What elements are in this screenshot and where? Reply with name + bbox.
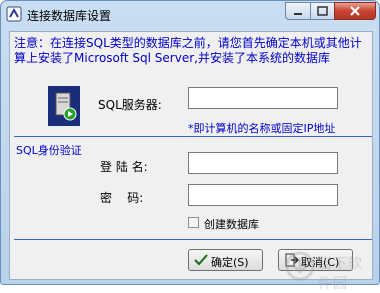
server-hint: *即计算机的名称或固定IP地址 [188, 122, 336, 135]
dialog-window: 连接数据库设置 注意：在连接SQL类型的数据库之前，请您首先确定本机或其他计算上… [0, 0, 380, 292]
maximize-icon [317, 6, 328, 16]
watermark-text: 当下软件园 [318, 256, 363, 292]
watermark: 当下软件园 [284, 250, 376, 292]
ok-button[interactable]: 确定(S) [188, 249, 263, 271]
notice-text: 注意：在连接SQL类型的数据库之前，请您首先确定本机或其他计算上安装了Micro… [14, 36, 362, 65]
separator-bottom [14, 239, 372, 240]
title-bar[interactable]: 连接数据库设置 [1, 1, 379, 27]
password-label: 密 码: [100, 191, 144, 205]
close-button[interactable] [334, 2, 376, 20]
sql-server-input[interactable] [188, 87, 338, 109]
ok-button-label: 确定(S) [211, 256, 249, 269]
dialog-body: 注意：在连接SQL类型的数据库之前，请您首先确定本机或其他计算上安装了Micro… [9, 31, 376, 292]
login-name-label: 登 陆 名: [100, 160, 148, 174]
create-db-label: 创建数据库 [204, 218, 259, 231]
minimize-icon [294, 13, 302, 15]
checkmark-icon [194, 254, 208, 266]
password-input[interactable] [188, 184, 338, 206]
window-title: 连接数据库设置 [27, 9, 112, 23]
auth-section-title: SQL身份验证 [16, 144, 82, 157]
minimize-button[interactable] [285, 2, 311, 20]
database-link-icon [6, 6, 22, 22]
create-db-checkbox[interactable] [188, 217, 199, 228]
separator-top [14, 136, 372, 137]
server-icon [48, 86, 80, 126]
login-name-input[interactable] [188, 152, 338, 174]
sql-server-label: SQL服务器: [98, 98, 162, 112]
maximize-button[interactable] [310, 2, 335, 20]
watermark-logo-icon [285, 251, 315, 281]
close-icon [350, 6, 360, 16]
